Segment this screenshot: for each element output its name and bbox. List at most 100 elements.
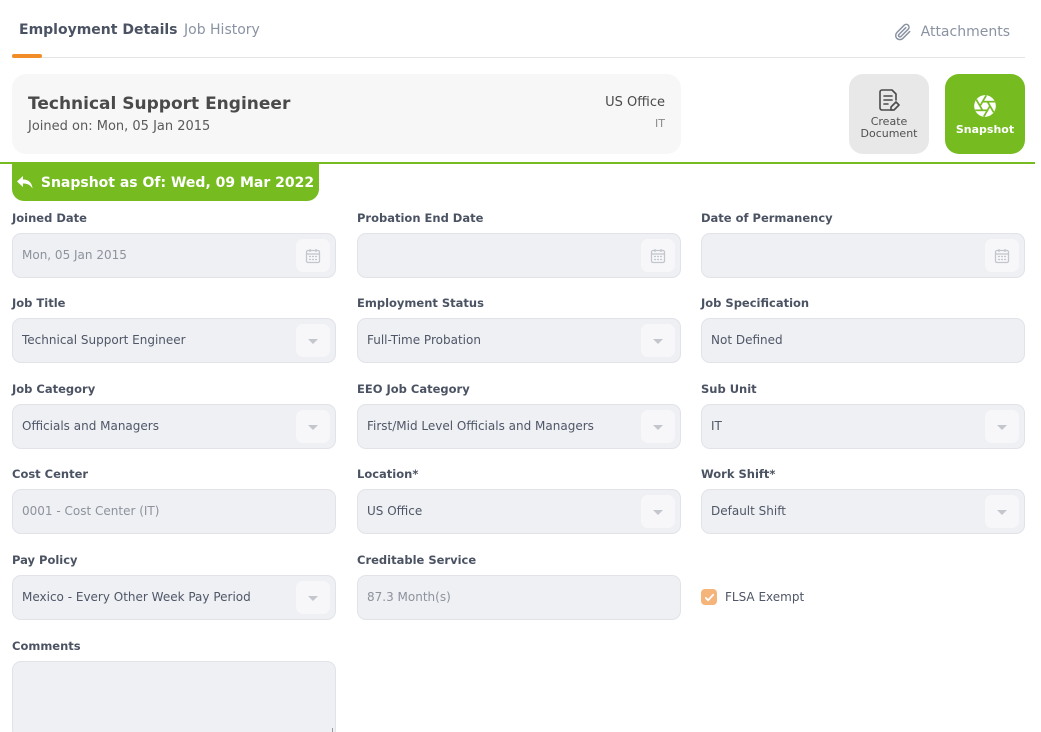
employment-status-field: Employment Status Full-Time Probation — [357, 296, 681, 363]
job-title-field: Job Title Technical Support Engineer — [12, 296, 336, 363]
eeo-job-category-dropdown-toggle[interactable] — [641, 410, 675, 443]
work-shift-value: Default Shift — [711, 504, 786, 518]
employee-location: US Office — [605, 95, 665, 110]
job-title-value: Technical Support Engineer — [22, 333, 186, 347]
job-category-dropdown-toggle[interactable] — [296, 410, 330, 443]
eeo-job-category-select[interactable]: First/Mid Level Officials and Managers — [357, 404, 681, 449]
probation-end-date-calendar-button[interactable] — [641, 239, 675, 272]
sub-unit-label: Sub Unit — [701, 382, 757, 396]
reply-arrow-icon — [16, 175, 33, 188]
job-specification-label: Job Specification — [701, 296, 810, 310]
date-of-permanency-field: Date of Permanency — [701, 211, 1025, 278]
attachments-link[interactable]: Attachments — [893, 22, 1010, 42]
sub-unit-select[interactable]: IT — [701, 404, 1025, 449]
tab-employment-details[interactable]: Employment Details — [19, 22, 178, 38]
sub-unit-dropdown-toggle[interactable] — [985, 410, 1019, 443]
work-shift-select[interactable]: Default Shift — [701, 489, 1025, 534]
textarea-resize-handle[interactable] — [325, 728, 333, 732]
paperclip-icon — [894, 23, 911, 41]
pay-policy-value: Mexico - Every Other Week Pay Period — [22, 590, 251, 604]
job-category-label: Job Category — [12, 382, 96, 396]
aperture-icon — [974, 94, 996, 117]
location-label: Location* — [357, 467, 419, 481]
chevron-down-icon — [997, 509, 1007, 515]
work-shift-dropdown-toggle[interactable] — [985, 495, 1019, 528]
joined-date-calendar-button[interactable] — [296, 239, 330, 272]
probation-end-date-input[interactable] — [357, 233, 681, 278]
employment-status-select[interactable]: Full-Time Probation — [357, 318, 681, 363]
comments-field: Comments — [12, 639, 336, 732]
creditable-service-field: Creditable Service 87.3 Month(s) — [357, 553, 681, 620]
tab-job-history[interactable]: Job History — [184, 22, 260, 38]
job-specification-field: Job Specification Not Defined — [701, 296, 1025, 363]
snapshot-banner[interactable]: Snapshot as Of: Wed, 09 Mar 2022 — [12, 164, 319, 201]
attachments-label: Attachments — [920, 24, 1010, 40]
job-category-field: Job Category Officials and Managers — [12, 382, 336, 449]
probation-end-date-field: Probation End Date — [357, 211, 681, 278]
pay-policy-field: Pay Policy Mexico - Every Other Week Pay… — [12, 553, 336, 620]
eeo-job-category-label: EEO Job Category — [357, 382, 470, 396]
cost-center-input[interactable]: 0001 - Cost Center (IT) — [12, 489, 336, 534]
snapshot-banner-label: Snapshot as Of: Wed, 09 Mar 2022 — [40, 174, 315, 191]
job-title-dropdown-toggle[interactable] — [296, 324, 330, 357]
checkbox-checked[interactable] — [701, 589, 717, 605]
comments-label: Comments — [12, 639, 81, 653]
eeo-job-category-field: EEO Job Category First/Mid Level Officia… — [357, 382, 681, 449]
employee-sub-unit: IT — [655, 117, 665, 130]
creditable-service-value: 87.3 Month(s) — [367, 590, 451, 604]
comments-textarea[interactable] — [12, 661, 336, 732]
location-value: US Office — [367, 504, 423, 518]
cost-center-field: Cost Center 0001 - Cost Center (IT) — [12, 467, 336, 534]
sub-unit-field: Sub Unit IT — [701, 382, 1025, 449]
create-document-label: Create Document — [860, 115, 918, 140]
joined-date-label: Joined Date — [12, 211, 87, 225]
date-of-permanency-calendar-button[interactable] — [985, 239, 1019, 272]
pay-policy-label: Pay Policy — [12, 553, 78, 567]
date-of-permanency-label: Date of Permanency — [701, 211, 833, 225]
chevron-down-icon — [997, 424, 1007, 430]
snapshot-button[interactable]: Snapshot — [945, 74, 1025, 154]
flsa-exempt-checkbox[interactable]: FLSA Exempt — [701, 589, 804, 605]
date-of-permanency-input[interactable] — [701, 233, 1025, 278]
work-shift-field: Work Shift* Default Shift — [701, 467, 1025, 534]
location-field: Location* US Office — [357, 467, 681, 534]
chevron-down-icon — [308, 424, 318, 430]
work-shift-label: Work Shift* — [701, 467, 776, 481]
document-edit-icon — [879, 89, 900, 111]
sub-unit-value: IT — [711, 419, 722, 433]
chevron-down-icon — [308, 338, 318, 344]
cost-center-value: 0001 - Cost Center (IT) — [22, 504, 160, 518]
chevron-down-icon — [653, 509, 663, 515]
employee-job-title: Technical Support Engineer — [28, 94, 291, 114]
pay-policy-dropdown-toggle[interactable] — [296, 581, 330, 614]
probation-end-date-label: Probation End Date — [357, 211, 484, 225]
location-select[interactable]: US Office — [357, 489, 681, 534]
calendar-icon — [994, 248, 1010, 263]
job-category-value: Officials and Managers — [22, 419, 159, 433]
creditable-service-label: Creditable Service — [357, 553, 477, 567]
employment-status-value: Full-Time Probation — [367, 333, 481, 347]
snapshot-label: Snapshot — [955, 122, 1015, 136]
location-dropdown-toggle[interactable] — [641, 495, 675, 528]
calendar-icon — [650, 248, 666, 263]
employee-summary-card: Technical Support Engineer Joined on: Mo… — [12, 74, 681, 154]
job-specification-display: Not Defined — [701, 318, 1025, 363]
job-category-select[interactable]: Officials and Managers — [12, 404, 336, 449]
joined-date-input[interactable]: Mon, 05 Jan 2015 — [12, 233, 336, 278]
pay-policy-select[interactable]: Mexico - Every Other Week Pay Period — [12, 575, 336, 620]
creditable-service-input[interactable]: 87.3 Month(s) — [357, 575, 681, 620]
employee-joined-on: Joined on: Mon, 05 Jan 2015 — [28, 119, 211, 134]
chevron-down-icon — [653, 424, 663, 430]
eeo-job-category-value: First/Mid Level Officials and Managers — [367, 419, 594, 433]
job-title-select[interactable]: Technical Support Engineer — [12, 318, 336, 363]
chevron-down-icon — [653, 338, 663, 344]
job-title-label: Job Title — [12, 296, 66, 310]
joined-date-field: Joined Date Mon, 05 Jan 2015 — [12, 211, 336, 278]
flsa-exempt-label: FLSA Exempt — [725, 590, 805, 604]
create-document-button[interactable]: Create Document — [849, 74, 929, 154]
employment-status-label: Employment Status — [357, 296, 484, 310]
job-specification-value: Not Defined — [711, 333, 783, 347]
chevron-down-icon — [308, 595, 318, 601]
employment-status-dropdown-toggle[interactable] — [641, 324, 675, 357]
calendar-icon — [305, 248, 321, 263]
